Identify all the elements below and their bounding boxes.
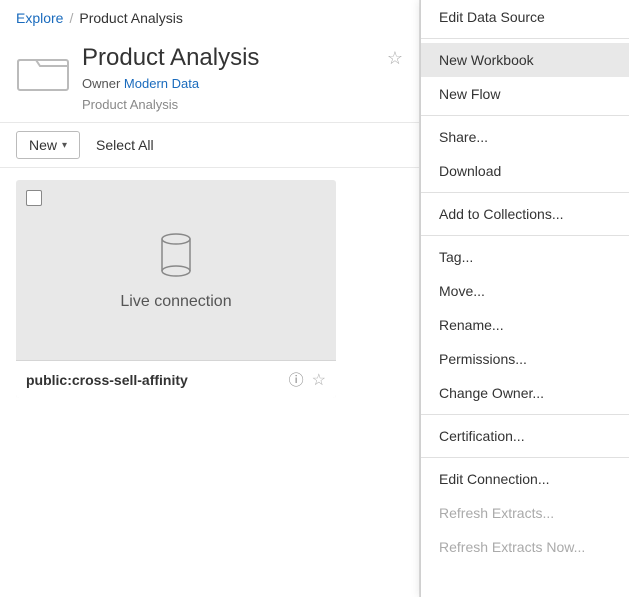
- menu-item-tag[interactable]: Tag...: [421, 240, 629, 274]
- menu-divider-2: [421, 115, 629, 116]
- folder-icon: [16, 48, 70, 92]
- new-button-label: New: [29, 137, 57, 153]
- menu-divider-6: [421, 457, 629, 458]
- select-all-button[interactable]: Select All: [92, 132, 158, 158]
- breadcrumb: Explore / Product Analysis: [0, 0, 419, 36]
- menu-item-rename[interactable]: Rename...: [421, 308, 629, 342]
- new-button[interactable]: New ▾: [16, 131, 80, 159]
- header-text: Product Analysis ☆ Owner Modern Data Pro…: [82, 44, 403, 112]
- menu-divider-1: [421, 38, 629, 39]
- menu-item-edit-connection[interactable]: Edit Connection...: [421, 462, 629, 496]
- content-header: Product Analysis ☆ Owner Modern Data Pro…: [0, 36, 419, 122]
- live-connection-label: Live connection: [120, 293, 231, 311]
- owner-label: Owner: [82, 76, 120, 91]
- menu-divider-4: [421, 235, 629, 236]
- card-visual: Live connection: [16, 180, 336, 360]
- favorite-star-icon[interactable]: ☆: [387, 48, 403, 69]
- breadcrumb-current: Product Analysis: [79, 10, 183, 26]
- menu-item-new-workbook[interactable]: New Workbook: [421, 43, 629, 77]
- menu-item-permissions[interactable]: Permissions...: [421, 342, 629, 376]
- tag-text: Product Analysis: [82, 97, 178, 112]
- card-name: public:cross-sell-affinity: [26, 372, 289, 388]
- toolbar: New ▾ Select All: [0, 122, 419, 168]
- menu-item-add-to-collections[interactable]: Add to Collections...: [421, 197, 629, 231]
- owner-link[interactable]: Modern Data: [124, 76, 199, 91]
- menu-item-move[interactable]: Move...: [421, 274, 629, 308]
- owner-row: Owner Modern Data: [82, 76, 403, 91]
- menu-item-refresh-extracts: Refresh Extracts...: [421, 496, 629, 530]
- breadcrumb-explore-link[interactable]: Explore: [16, 10, 63, 26]
- card-checkbox[interactable]: [26, 190, 42, 206]
- cylinder-icon: [156, 229, 196, 281]
- dropdown-panel: Edit Data Source New Workbook New Flow S…: [420, 0, 629, 597]
- data-card: Live connection public:cross-sell-affini…: [16, 180, 336, 398]
- breadcrumb-separator: /: [69, 10, 73, 26]
- card-footer: public:cross-sell-affinity ⓘ ☆: [16, 360, 336, 398]
- tag-row: Product Analysis: [82, 97, 403, 112]
- menu-item-change-owner[interactable]: Change Owner...: [421, 376, 629, 410]
- menu-item-certification[interactable]: Certification...: [421, 419, 629, 453]
- card-favorite-icon[interactable]: ☆: [312, 370, 326, 390]
- menu-item-refresh-extracts-now: Refresh Extracts Now...: [421, 530, 629, 564]
- menu-divider-3: [421, 192, 629, 193]
- card-area: Live connection public:cross-sell-affini…: [0, 168, 419, 410]
- info-icon[interactable]: ⓘ: [289, 369, 304, 390]
- menu-item-download[interactable]: Download: [421, 154, 629, 188]
- menu-item-share[interactable]: Share...: [421, 120, 629, 154]
- page-title: Product Analysis: [82, 44, 259, 72]
- menu-item-edit-data-source[interactable]: Edit Data Source: [421, 0, 629, 34]
- chevron-down-icon: ▾: [62, 140, 67, 151]
- left-panel: Explore / Product Analysis Product Analy…: [0, 0, 420, 597]
- menu-item-new-flow[interactable]: New Flow: [421, 77, 629, 111]
- menu-divider-5: [421, 414, 629, 415]
